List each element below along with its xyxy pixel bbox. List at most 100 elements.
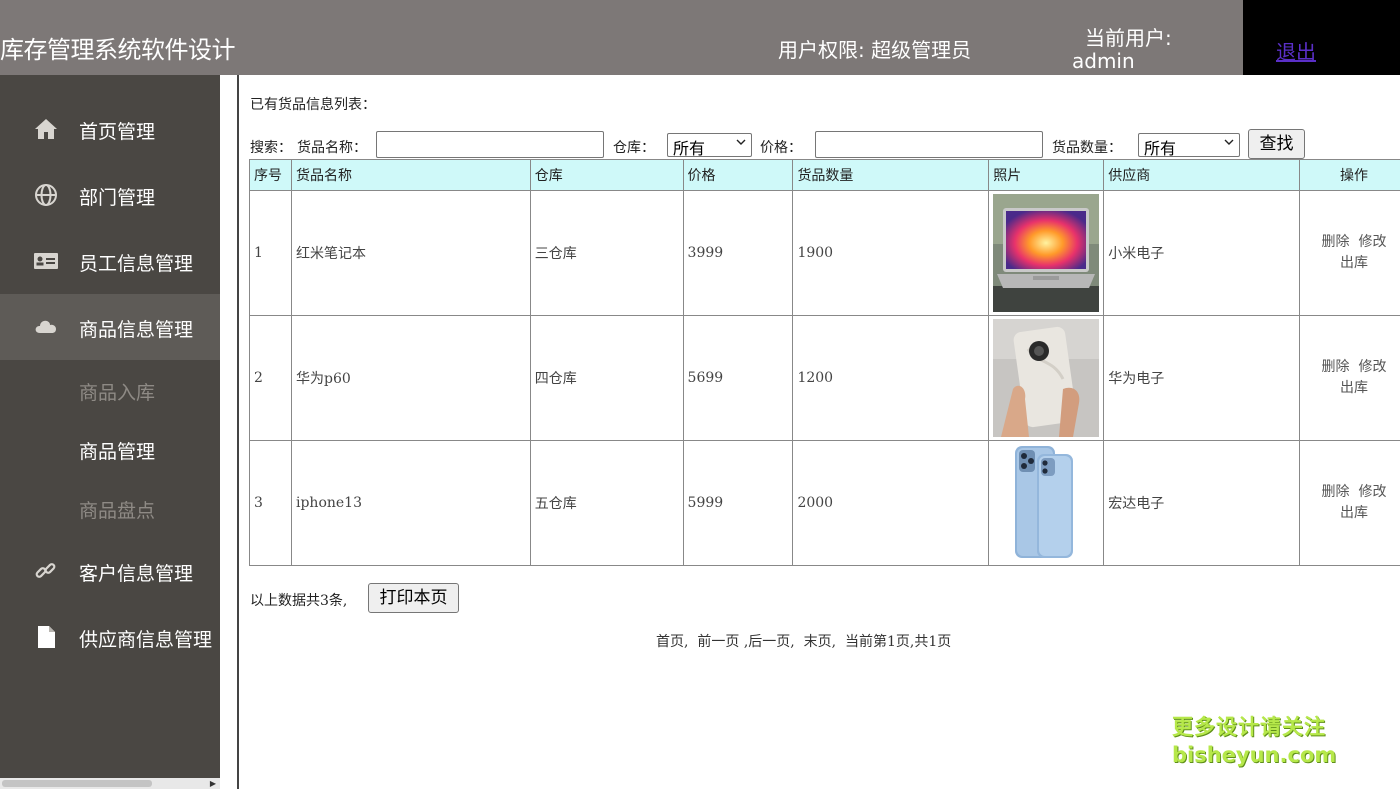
app-title: 库存管理系统软件设计 bbox=[0, 36, 236, 64]
find-button[interactable]: 查找 bbox=[1248, 129, 1305, 159]
sidebar-item-label: 供应商信息管理 bbox=[79, 629, 213, 651]
cell-warehouse: 四仓库 bbox=[529, 315, 684, 441]
next-page-link[interactable]: ,后一页, bbox=[744, 634, 795, 650]
stock-out-link[interactable]: 出库 bbox=[1340, 380, 1368, 396]
sidebar-subitem-stock-in[interactable]: 商品入库 bbox=[0, 366, 220, 416]
main-content: 已有货品信息列表： 搜索： 货品名称： 仓库： 所有 价格： 货品数量： 所有 … bbox=[249, 75, 1400, 789]
warehouse-label: 仓库： bbox=[613, 140, 655, 156]
cell-name: iphone13 bbox=[290, 440, 531, 566]
column-header: 操作 bbox=[1299, 159, 1400, 191]
cell-quantity: 2000 bbox=[792, 440, 990, 566]
sidebar-item-home[interactable]: 首页管理 bbox=[0, 96, 220, 162]
cell-id: 2 bbox=[249, 315, 292, 441]
print-page-button[interactable]: 打印本页 bbox=[368, 583, 459, 613]
cell-name: 红米笔记本 bbox=[290, 190, 531, 316]
cell-operations: 删除 修改 出库 bbox=[1299, 190, 1400, 316]
last-page-link[interactable]: 末页, bbox=[804, 634, 836, 650]
search-bar: 搜索： 货品名称： 仓库： 所有 价格： 货品数量： 所有 查找 bbox=[249, 129, 1400, 159]
laptop-photo bbox=[993, 194, 1100, 312]
cell-supplier: 宏达电子 bbox=[1103, 440, 1300, 566]
goods-table: 序号 货品名称 仓库 价格 货品数量 照片 供应商 操作 1 红米笔记本 三仓库… bbox=[249, 159, 1400, 566]
table-footer: 以上数据共3条, 打印本页 bbox=[249, 583, 1400, 613]
sidebar-item-goods[interactable]: 商品信息管理 bbox=[0, 294, 220, 360]
cell-quantity: 1200 bbox=[792, 315, 990, 441]
table-row: 3 iphone13 五仓库 5999 2000 宏达电子 删除 修改 出库 bbox=[249, 440, 1400, 566]
cell-name: 华为p60 bbox=[290, 315, 531, 441]
cell-photo bbox=[988, 440, 1105, 566]
list-title: 已有货品信息列表： bbox=[250, 97, 376, 113]
edit-link[interactable]: 修改 bbox=[1358, 359, 1386, 375]
logout-link[interactable]: 退出 bbox=[1276, 36, 1316, 65]
search-prefix: 搜索： bbox=[250, 140, 292, 156]
cell-supplier: 华为电子 bbox=[1103, 315, 1300, 441]
cell-quantity: 1900 bbox=[792, 190, 990, 316]
quantity-select[interactable]: 所有 bbox=[1138, 133, 1240, 158]
record-count-text: 以上数据共3条, bbox=[250, 593, 348, 609]
id-card-icon bbox=[34, 253, 58, 269]
column-header: 仓库 bbox=[529, 159, 684, 191]
cell-photo bbox=[988, 190, 1105, 316]
column-header: 价格 bbox=[682, 159, 794, 191]
page-status: 当前第1页,共1页 bbox=[844, 634, 952, 650]
current-user-label: 当前用户: bbox=[1085, 26, 1172, 50]
watermark-line2: bisheyun.com bbox=[1172, 743, 1337, 767]
sidebar-subitem-inventory[interactable]: 商品盘点 bbox=[0, 484, 220, 534]
chevron-down-icon bbox=[736, 139, 746, 145]
sidebar-item-customer[interactable]: 客户信息管理 bbox=[0, 538, 220, 604]
cell-supplier: 小米电子 bbox=[1103, 190, 1300, 316]
sidebar-item-department[interactable]: 部门管理 bbox=[0, 162, 220, 228]
warehouse-select[interactable]: 所有 bbox=[667, 133, 752, 158]
cell-operations: 删除 修改 出库 bbox=[1299, 440, 1400, 566]
prev-page-link[interactable]: 前一页 bbox=[697, 634, 739, 650]
chevron-down-icon bbox=[1224, 139, 1234, 145]
logout-area: 退出 bbox=[1243, 0, 1400, 75]
sidebar-subitem-label: 商品管理 bbox=[79, 441, 156, 463]
top-header: 库存管理系统软件设计 用户权限: 超级管理员 当前用户: admin 退出 bbox=[0, 0, 1400, 75]
cell-price: 5699 bbox=[682, 315, 794, 441]
first-page-link[interactable]: 首页, bbox=[656, 634, 688, 650]
watermark-line1: 更多设计请关注 bbox=[1172, 715, 1326, 739]
cloud-icon bbox=[35, 320, 56, 333]
stock-out-link[interactable]: 出库 bbox=[1340, 255, 1368, 271]
warehouse-selected-value: 所有 bbox=[673, 139, 706, 158]
delete-link[interactable]: 删除 bbox=[1322, 484, 1350, 500]
table-row: 1 红米笔记本 三仓库 3999 1900 小米电子 删除 修改 出库 bbox=[249, 190, 1400, 316]
sidebar-horizontal-scrollbar[interactable]: ▶ bbox=[0, 778, 220, 789]
table-row: 2 华为p60 四仓库 5699 1200 华为电子 删除 修改 出库 bbox=[249, 315, 1400, 441]
sidebar-item-label: 部门管理 bbox=[79, 187, 156, 209]
cell-photo bbox=[988, 315, 1105, 441]
goods-name-input[interactable] bbox=[376, 131, 604, 158]
sidebar-item-label: 商品信息管理 bbox=[79, 319, 194, 341]
user-role: 用户权限: 超级管理员 bbox=[778, 38, 972, 62]
cell-operations: 删除 修改 出库 bbox=[1299, 315, 1400, 441]
stock-out-link[interactable]: 出库 bbox=[1340, 505, 1368, 521]
phone-photo bbox=[993, 319, 1100, 437]
price-input[interactable] bbox=[815, 131, 1043, 158]
column-header: 序号 bbox=[249, 159, 292, 191]
sidebar-item-supplier[interactable]: 供应商信息管理 bbox=[0, 604, 220, 670]
sidebar-item-employee[interactable]: 员工信息管理 bbox=[0, 228, 220, 294]
scroll-right-arrow-icon[interactable]: ▶ bbox=[210, 779, 216, 788]
table-header-row: 序号 货品名称 仓库 价格 货品数量 照片 供应商 操作 bbox=[249, 159, 1400, 191]
column-header: 供应商 bbox=[1103, 159, 1300, 191]
delete-link[interactable]: 删除 bbox=[1322, 359, 1350, 375]
goods-name-label: 货品名称： bbox=[297, 140, 367, 156]
sidebar-item-label: 首页管理 bbox=[79, 121, 156, 143]
cell-price: 3999 bbox=[682, 190, 794, 316]
column-header: 货品名称 bbox=[290, 159, 531, 191]
cell-warehouse: 五仓库 bbox=[529, 440, 684, 566]
edit-link[interactable]: 修改 bbox=[1358, 484, 1386, 500]
quantity-label: 货品数量： bbox=[1052, 140, 1122, 156]
current-user-name: admin bbox=[1072, 49, 1135, 73]
pagination: 首页, 前一页 ,后一页, 末页, 当前第1页,共1页 bbox=[656, 631, 951, 651]
sidebar-subitem-goods-manage[interactable]: 商品管理 bbox=[0, 425, 220, 475]
edit-link[interactable]: 修改 bbox=[1358, 234, 1386, 250]
column-header: 货品数量 bbox=[792, 159, 990, 191]
sidebar-item-label: 客户信息管理 bbox=[79, 563, 194, 585]
scrollbar-thumb[interactable] bbox=[2, 780, 152, 787]
home-icon bbox=[35, 119, 57, 139]
sidebar: 首页管理 部门管理 员工信息管理 商品信息管理 商品入库 商品管理 商品盘点 客… bbox=[0, 75, 220, 789]
column-header: 照片 bbox=[988, 159, 1105, 191]
delete-link[interactable]: 删除 bbox=[1322, 234, 1350, 250]
quantity-selected-value: 所有 bbox=[1144, 139, 1177, 158]
